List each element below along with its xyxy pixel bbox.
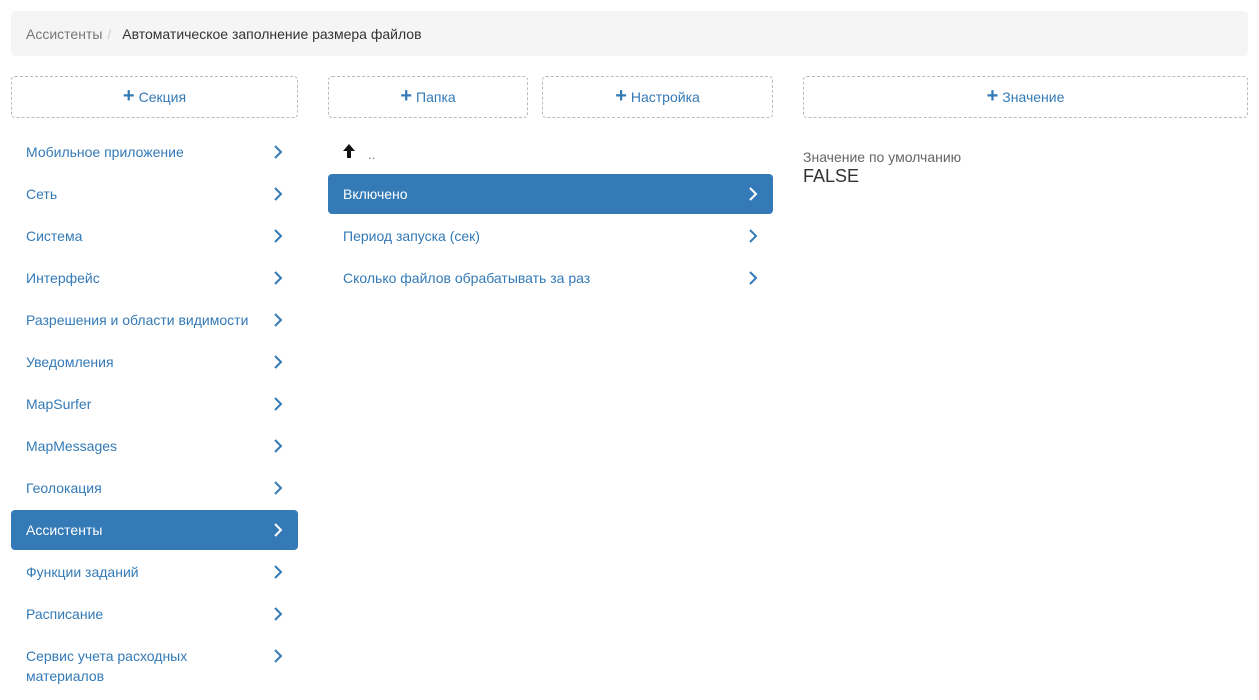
chevron-right-icon xyxy=(748,228,758,244)
section-item[interactable]: Мобильное приложение xyxy=(11,132,298,172)
section-label: Уведомления xyxy=(26,354,114,370)
chevron-right-icon xyxy=(273,606,283,622)
section-label: Сервис учета расходных материалов xyxy=(26,648,188,684)
chevron-right-icon xyxy=(273,648,283,664)
default-value: FALSE xyxy=(803,166,860,186)
chevron-right-icon xyxy=(273,522,283,538)
section-label: Интерфейс xyxy=(26,270,100,286)
section-item[interactable]: Разрешения и области видимости xyxy=(11,300,298,340)
plus-icon: + xyxy=(400,85,413,107)
add-section-label: Секция xyxy=(138,89,187,105)
chevron-right-icon xyxy=(273,144,283,160)
setting-label: Период запуска (сек) xyxy=(343,228,480,244)
chevron-right-icon xyxy=(273,312,283,328)
chevron-right-icon xyxy=(273,186,283,202)
chevron-right-icon xyxy=(748,186,758,202)
section-item[interactable]: Интерфейс xyxy=(11,258,298,298)
section-label: Мобильное приложение xyxy=(26,144,184,160)
section-item[interactable]: Геолокация xyxy=(11,468,298,508)
breadcrumb-current: Автоматическое заполнение размера файлов xyxy=(122,25,422,42)
setting-item-active[interactable]: Включено xyxy=(328,174,773,214)
add-setting-label: Настройка xyxy=(630,89,700,105)
chevron-right-icon xyxy=(273,480,283,496)
setting-item[interactable]: Период запуска (сек) xyxy=(328,216,773,256)
plus-icon: + xyxy=(986,85,999,107)
section-item[interactable]: MapMessages xyxy=(11,426,298,466)
plus-icon: + xyxy=(122,85,135,107)
chevron-right-icon xyxy=(273,396,283,412)
section-label: Функции заданий xyxy=(26,564,139,580)
section-item[interactable]: Сервис учета расходных материалов xyxy=(11,638,298,686)
breadcrumb-separator: / xyxy=(107,25,112,42)
section-label: MapSurfer xyxy=(26,396,92,412)
arrow-up-icon xyxy=(342,143,356,162)
section-label: Система xyxy=(26,228,83,244)
section-label: Ассистенты xyxy=(26,522,103,538)
setting-item[interactable]: Сколько файлов обрабатывать за раз xyxy=(328,258,773,298)
breadcrumb-parent-link[interactable]: Ассистенты xyxy=(26,26,102,42)
chevron-right-icon xyxy=(273,228,283,244)
section-label: Расписание xyxy=(26,606,104,622)
setting-label: Сколько файлов обрабатывать за раз xyxy=(343,270,591,286)
breadcrumb: Ассистенты / Автоматическое заполнение р… xyxy=(11,11,1248,56)
up-folder-label: .. xyxy=(368,146,376,162)
section-label: MapMessages xyxy=(26,438,118,454)
up-folder-link[interactable]: .. xyxy=(342,141,375,163)
add-value-button[interactable]: + Значение xyxy=(803,76,1248,118)
section-item[interactable]: MapSurfer xyxy=(11,384,298,424)
section-item[interactable]: Сеть xyxy=(11,174,298,214)
section-item[interactable]: Функции заданий xyxy=(11,552,298,592)
add-folder-button[interactable]: + Папка xyxy=(328,76,528,118)
chevron-right-icon xyxy=(273,270,283,286)
chevron-right-icon xyxy=(273,564,283,580)
add-value-label: Значение xyxy=(1002,89,1065,105)
default-value-label: Значение по умолчанию xyxy=(803,149,962,165)
section-label: Геолокация xyxy=(26,480,102,496)
add-section-button[interactable]: + Секция xyxy=(11,76,298,118)
plus-icon: + xyxy=(615,85,627,107)
add-setting-button[interactable]: + Настройка xyxy=(542,76,773,118)
section-item[interactable]: Расписание xyxy=(11,594,298,634)
section-label: Разрешения и области видимости xyxy=(26,312,249,328)
setting-label: Включено xyxy=(343,186,408,202)
section-label: Сеть xyxy=(26,186,58,202)
section-item-active[interactable]: Ассистенты xyxy=(11,510,298,550)
chevron-right-icon xyxy=(273,438,283,454)
add-folder-label: Папка xyxy=(416,89,456,105)
section-item[interactable]: Система xyxy=(11,216,298,256)
chevron-right-icon xyxy=(273,354,283,370)
chevron-right-icon xyxy=(748,270,758,286)
section-item[interactable]: Уведомления xyxy=(11,342,298,382)
